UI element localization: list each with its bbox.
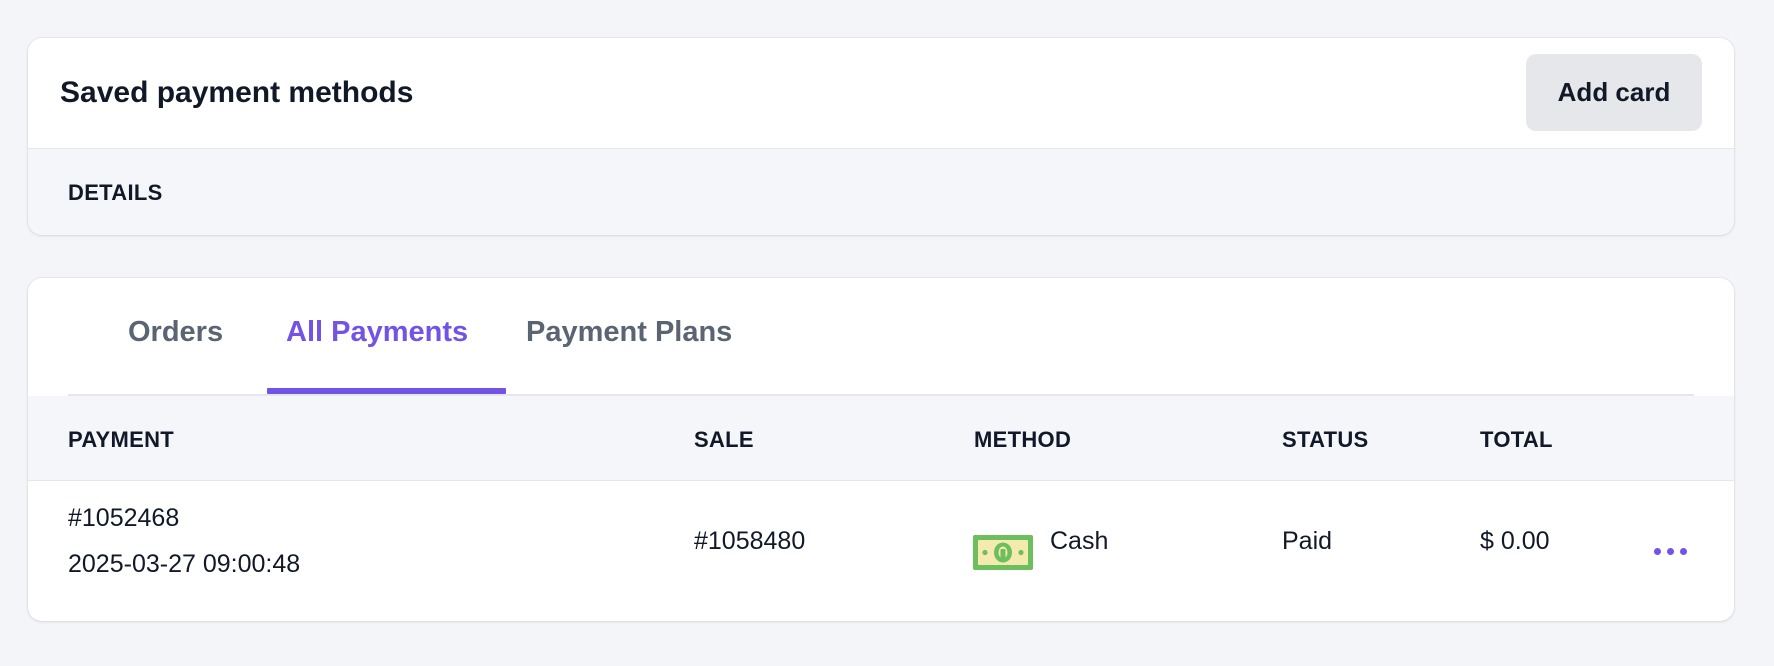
column-header-payment[interactable]: PAYMENT <box>68 427 174 453</box>
active-tab-indicator <box>267 388 506 394</box>
column-header-status[interactable]: STATUS <box>1282 427 1369 453</box>
details-header: DETAILS <box>28 149 1734 235</box>
payment-date: 2025-03-27 09:00:48 <box>68 550 301 578</box>
tab-orders[interactable]: Orders <box>128 316 223 349</box>
add-card-button[interactable]: Add card <box>1526 54 1702 131</box>
card-title: Saved payment methods <box>60 76 414 109</box>
payments-card: Orders All Payments Payment Plans PAYMEN… <box>28 278 1734 621</box>
method-label: Cash <box>1050 527 1109 555</box>
more-horizontal-icon[interactable] <box>1642 537 1698 565</box>
details-label: DETAILS <box>68 180 163 205</box>
status-label: Paid <box>1282 527 1333 555</box>
payment-id[interactable]: #1052468 <box>68 504 179 533</box>
saved-payment-methods-card: Saved payment methods Add card DETAILS <box>28 38 1734 235</box>
table-header: PAYMENT SALE METHOD STATUS TOTAL <box>28 396 1734 481</box>
dot-icon <box>1679 547 1687 555</box>
column-header-method[interactable]: METHOD <box>974 427 1071 453</box>
sale-id[interactable]: #1058480 <box>694 527 805 556</box>
tab-payment-plans[interactable]: Payment Plans <box>526 316 732 349</box>
column-header-sale[interactable]: SALE <box>694 427 754 453</box>
dot-icon <box>1653 547 1661 555</box>
tab-all-payments[interactable]: All Payments <box>286 316 468 349</box>
cash-icon <box>973 535 1033 570</box>
table-row[interactable]: #1052468 2025-03-27 09:00:48 #1058480 Ca… <box>28 481 1734 621</box>
card-header: Saved payment methods Add card <box>28 38 1734 149</box>
column-header-total[interactable]: TOTAL <box>1480 427 1553 453</box>
total-amount: $ 0.00 <box>1480 527 1550 555</box>
payments-tabs: Orders All Payments Payment Plans <box>68 278 1694 396</box>
dot-icon <box>1666 547 1674 555</box>
